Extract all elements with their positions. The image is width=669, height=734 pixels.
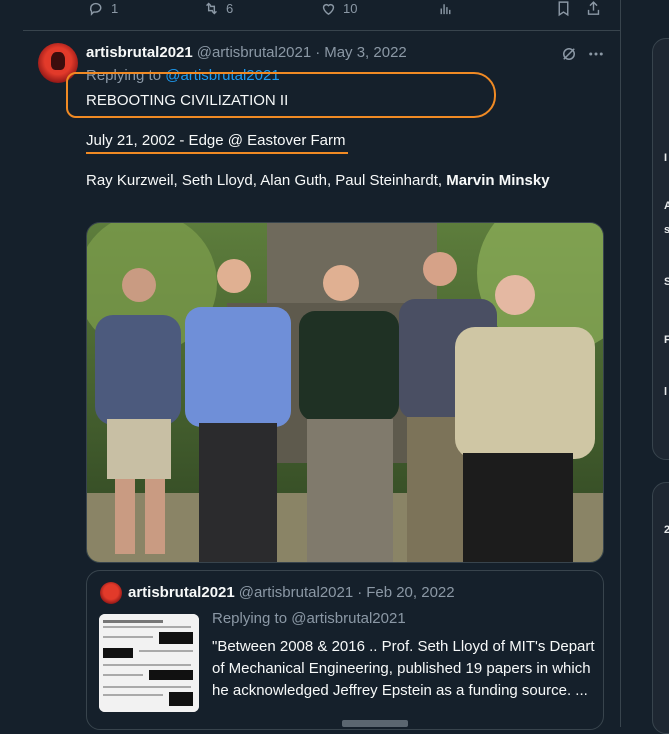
right-fragment: A bbox=[664, 200, 669, 212]
quoted-replying-to: Replying to @artisbrutal2021 bbox=[212, 610, 406, 627]
right-fragment: l bbox=[664, 386, 668, 398]
quoted-thumbnail bbox=[99, 614, 199, 712]
right-sidebar-card-2 bbox=[652, 482, 669, 734]
retweet-count: 6 bbox=[226, 1, 234, 16]
tweet-header: artisbrutal2021 @artisbrutal2021 · May 3… bbox=[86, 44, 407, 61]
like-count: 10 bbox=[343, 1, 358, 16]
tweet-photo[interactable] bbox=[86, 222, 604, 563]
tweet-date[interactable]: May 3, 2022 bbox=[324, 44, 407, 61]
views-action[interactable] bbox=[437, 0, 454, 17]
document-thumbnail-image bbox=[99, 614, 199, 712]
quoted-avatar bbox=[100, 582, 122, 604]
quoted-tweet-header: artisbrutal2021 @artisbrutal2021 · Feb 2… bbox=[128, 584, 455, 601]
quoted-tweet-text: "Between 2008 & 2016 .. Prof. Seth Lloyd… bbox=[212, 638, 595, 699]
user-handle[interactable]: @artisbrutal2021 bbox=[197, 44, 311, 61]
like-action[interactable]: 10 bbox=[320, 0, 357, 17]
names-bold: Marvin Minsky bbox=[446, 172, 550, 189]
more-options-icon[interactable] bbox=[586, 45, 606, 63]
retweet-icon bbox=[206, 2, 217, 15]
tweet-text-line-2: July 21, 2002 - Edge @ Eastover Farm bbox=[86, 132, 346, 149]
heart-icon bbox=[322, 3, 335, 16]
right-fragment: S bbox=[664, 276, 669, 288]
analytics-icon bbox=[440, 4, 451, 15]
underline-annotation bbox=[86, 152, 348, 154]
right-fragment: I bbox=[664, 152, 668, 164]
display-name[interactable]: artisbrutal2021 bbox=[86, 44, 193, 61]
group-photo-image bbox=[87, 223, 603, 562]
bookmark-icon bbox=[558, 1, 569, 17]
quoted-separator: · bbox=[357, 584, 363, 601]
reply-count: 1 bbox=[111, 1, 119, 16]
reply-icon bbox=[89, 2, 102, 16]
right-fragment: F bbox=[664, 334, 669, 346]
quoted-date: Feb 20, 2022 bbox=[366, 584, 455, 601]
reply-action[interactable]: 1 bbox=[88, 0, 118, 17]
left-edge-panel bbox=[0, 0, 24, 727]
bookmark-action[interactable] bbox=[555, 0, 572, 17]
quoted-user-handle: @artisbrutal2021 bbox=[238, 584, 354, 601]
right-fragment: s bbox=[664, 224, 669, 236]
quoted-display-name: artisbrutal2021 bbox=[128, 584, 235, 601]
names-plain: Ray Kurzweil, Seth Lloyd, Alan Guth, Pau… bbox=[86, 172, 443, 189]
separator: · bbox=[315, 44, 321, 61]
grok-icon[interactable] bbox=[560, 45, 578, 63]
retweet-action[interactable]: 6 bbox=[203, 0, 233, 17]
tweet-text-line-3: Ray Kurzweil, Seth Lloyd, Alan Guth, Pau… bbox=[86, 172, 550, 189]
scrollbar-thumb[interactable] bbox=[342, 720, 408, 727]
share-action[interactable] bbox=[585, 0, 602, 17]
right-fragment: 2 bbox=[664, 524, 669, 536]
highlight-annotation bbox=[66, 72, 496, 118]
tweet-divider bbox=[23, 30, 620, 31]
share-icon bbox=[587, 1, 600, 15]
